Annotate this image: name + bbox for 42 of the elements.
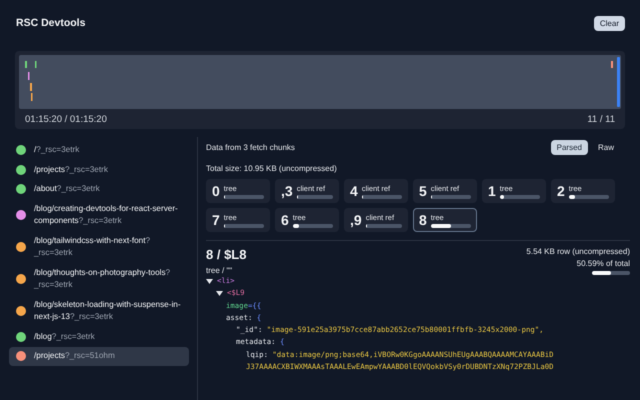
- caret-icon[interactable]: [206, 278, 213, 284]
- chunk-id: 6: [281, 212, 289, 228]
- request-item[interactable]: /about?_rsc=3etrk: [9, 180, 189, 198]
- request-item[interactable]: /projects?_rsc=51ohm: [9, 347, 189, 366]
- request-item[interactable]: /?_rsc=3etrk: [9, 141, 189, 160]
- request-url: /projects?_rsc=3etrk: [34, 164, 108, 176]
- clear-button[interactable]: Clear: [594, 16, 625, 30]
- chunk-id: 8: [419, 212, 427, 228]
- chunk-id: 0: [212, 183, 220, 199]
- request-url: /blog/skeleton-loading-with-suspense-in-next-js-13?_rsc=3etrk: [34, 298, 182, 323]
- chunk-id: 1: [488, 183, 496, 199]
- total-size: Total size: 10.95 KB (uncompressed): [206, 164, 338, 173]
- request-url: /?_rsc=3etrk: [34, 144, 80, 156]
- chunk-id: 4: [350, 183, 358, 199]
- request-item[interactable]: /blog/thoughts-on-photography-tools?_rsc=3etrk: [9, 264, 189, 294]
- chunk-id: 5: [419, 183, 427, 199]
- caret-icon[interactable]: [216, 290, 223, 296]
- request-count: 11 / 11: [587, 114, 615, 125]
- request-url: /projects?_rsc=51ohm: [34, 350, 115, 362]
- chunk-id: 2: [557, 183, 565, 199]
- request-url: /blog/thoughts-on-photography-tools?_rsc=3etrk: [34, 266, 172, 291]
- timestamp: 01:15:20 / 01:15:20: [25, 114, 107, 125]
- request-item[interactable]: /blog?_rsc=3etrk: [9, 328, 189, 346]
- app-title: RSC Devtools: [16, 17, 86, 29]
- chunk-id: 7: [212, 212, 220, 228]
- row-subtitle: tree / "": [206, 266, 234, 275]
- request-item[interactable]: /blog/skeleton-loading-with-suspense-in-next-js-13?_rsc=3etrk: [9, 296, 189, 326]
- chunk-id: ,3: [281, 183, 293, 199]
- request-url: /blog/creating-devtools-for-react-server-components?_rsc=3etrk: [34, 202, 179, 227]
- request-url: /about?_rsc=3etrk: [34, 183, 100, 195]
- request-item[interactable]: /blog/creating-devtools-for-react-server-components?_rsc=3etrk: [9, 200, 189, 230]
- request-url: /blog/tailwindcss-with-next-font?_rsc=3etrk: [34, 234, 152, 259]
- row-share: 50.59% of total: [576, 259, 630, 268]
- chunk-id: ,9: [350, 212, 362, 228]
- request-item[interactable]: /blog/tailwindcss-with-next-font?_rsc=3etrk: [9, 232, 189, 262]
- view-tab[interactable]: Parsed: [550, 140, 588, 155]
- row-title: 8 / $L8: [206, 247, 246, 262]
- request-url: /blog?_rsc=3etrk: [34, 330, 95, 343]
- request-item[interactable]: /projects?_rsc=3etrk: [9, 160, 189, 179]
- row-size: 5.54 KB row (uncompressed): [526, 247, 630, 256]
- chunk-summary: Data from 3 fetch chunks: [206, 143, 295, 152]
- view-tab[interactable]: Raw: [592, 140, 620, 155]
